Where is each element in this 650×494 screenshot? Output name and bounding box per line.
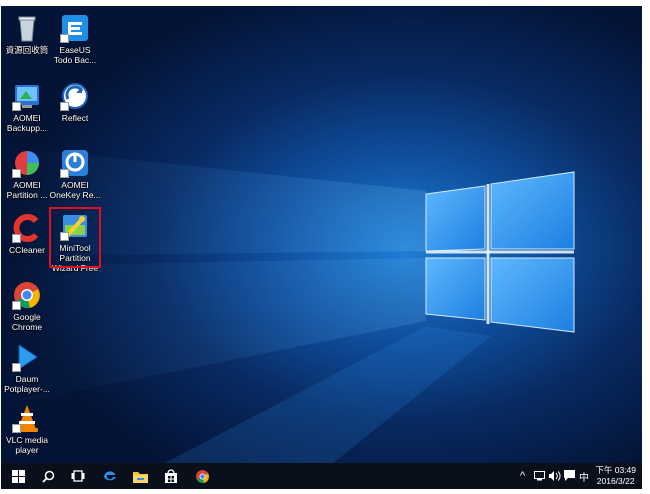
search-button[interactable] [33, 463, 63, 489]
chrome-icon [12, 280, 42, 310]
clock-date: 2016/3/22 [596, 476, 635, 486]
aomei-onekey-icon [60, 148, 90, 178]
chrome-taskbar-button[interactable] [187, 463, 217, 489]
desktop-icon-aomei-backupper[interactable]: AOMEI Backupp... [1, 81, 53, 133]
recycle-bin-icon [12, 13, 42, 43]
desktop-icon-vlc[interactable]: VLC media player [1, 403, 53, 455]
edge-icon [103, 470, 116, 480]
desktop-icon-label: AOMEI Backupp... [6, 113, 48, 133]
taskbar: ^ 中 下午 03:49 2016/3/22 [1, 463, 642, 489]
tray-overflow-chevron[interactable]: ^ [520, 470, 525, 482]
desktop[interactable]: 資源回收筒 AOMEI Backupp... AOMEI Partition .… [1, 6, 642, 489]
file-explorer-icon [132, 471, 148, 483]
desktop-icon-easeus-todo-backup[interactable]: EaseUS Todo Bac... [49, 13, 101, 65]
aomei-backupper-icon [12, 81, 42, 111]
store-icon [165, 469, 177, 483]
taskbar-clock[interactable]: 下午 03:49 2016/3/22 [595, 465, 636, 487]
selection-highlight-box [49, 207, 101, 268]
ime-indicator[interactable]: 中 [579, 469, 589, 484]
potplayer-icon [12, 342, 42, 372]
windows-start-icon [11, 469, 25, 483]
edge-button[interactable] [94, 463, 124, 489]
macrium-reflect-icon [60, 81, 90, 111]
desktop-icon-google-chrome[interactable]: Google Chrome [1, 280, 53, 332]
desktop-icon-label: VLC media player [5, 435, 49, 455]
desktop-icon-label: Daum Potplayer-... [4, 374, 50, 394]
aomei-partition-icon [12, 148, 42, 178]
volume-icon[interactable] [549, 471, 561, 481]
desktop-icon-label: Google Chrome [11, 312, 43, 332]
file-explorer-button[interactable] [125, 463, 155, 489]
store-button[interactable] [156, 463, 186, 489]
desktop-icon-label: EaseUS Todo Bac... [53, 45, 97, 65]
vlc-icon [12, 403, 42, 433]
desktop-icon-label: Reflect [61, 113, 89, 123]
clock-time: 下午 03:49 [595, 465, 636, 475]
desktop-icon-aomei-partition[interactable]: AOMEI Partition ... [1, 148, 53, 200]
easeus-todo-backup-icon [60, 13, 90, 43]
desktop-icon-daum-potplayer[interactable]: Daum Potplayer-... [1, 342, 53, 394]
action-center-icon[interactable] [564, 470, 575, 481]
desktop-icon-label: AOMEI Partition ... [6, 180, 48, 200]
desktop-icon-label: CCleaner [9, 245, 45, 255]
desktop-icon-label: AOMEI OneKey Re... [49, 180, 101, 200]
ccleaner-icon [12, 213, 42, 243]
desktop-icon-reflect[interactable]: Reflect [49, 81, 101, 123]
desktop-icon-label: 資源回收筒 [5, 45, 49, 55]
desktop-icon-ccleaner[interactable]: CCleaner [1, 213, 53, 255]
chrome-icon [195, 469, 209, 483]
start-button[interactable] [3, 463, 33, 489]
desktop-icon-recycle-bin[interactable]: 資源回收筒 [1, 13, 53, 55]
task-view-button[interactable] [63, 463, 93, 489]
task-view-icon [71, 470, 85, 482]
search-icon [41, 470, 54, 483]
desktop-icon-aomei-onekey[interactable]: AOMEI OneKey Re... [49, 148, 101, 200]
network-icon[interactable] [534, 471, 545, 481]
